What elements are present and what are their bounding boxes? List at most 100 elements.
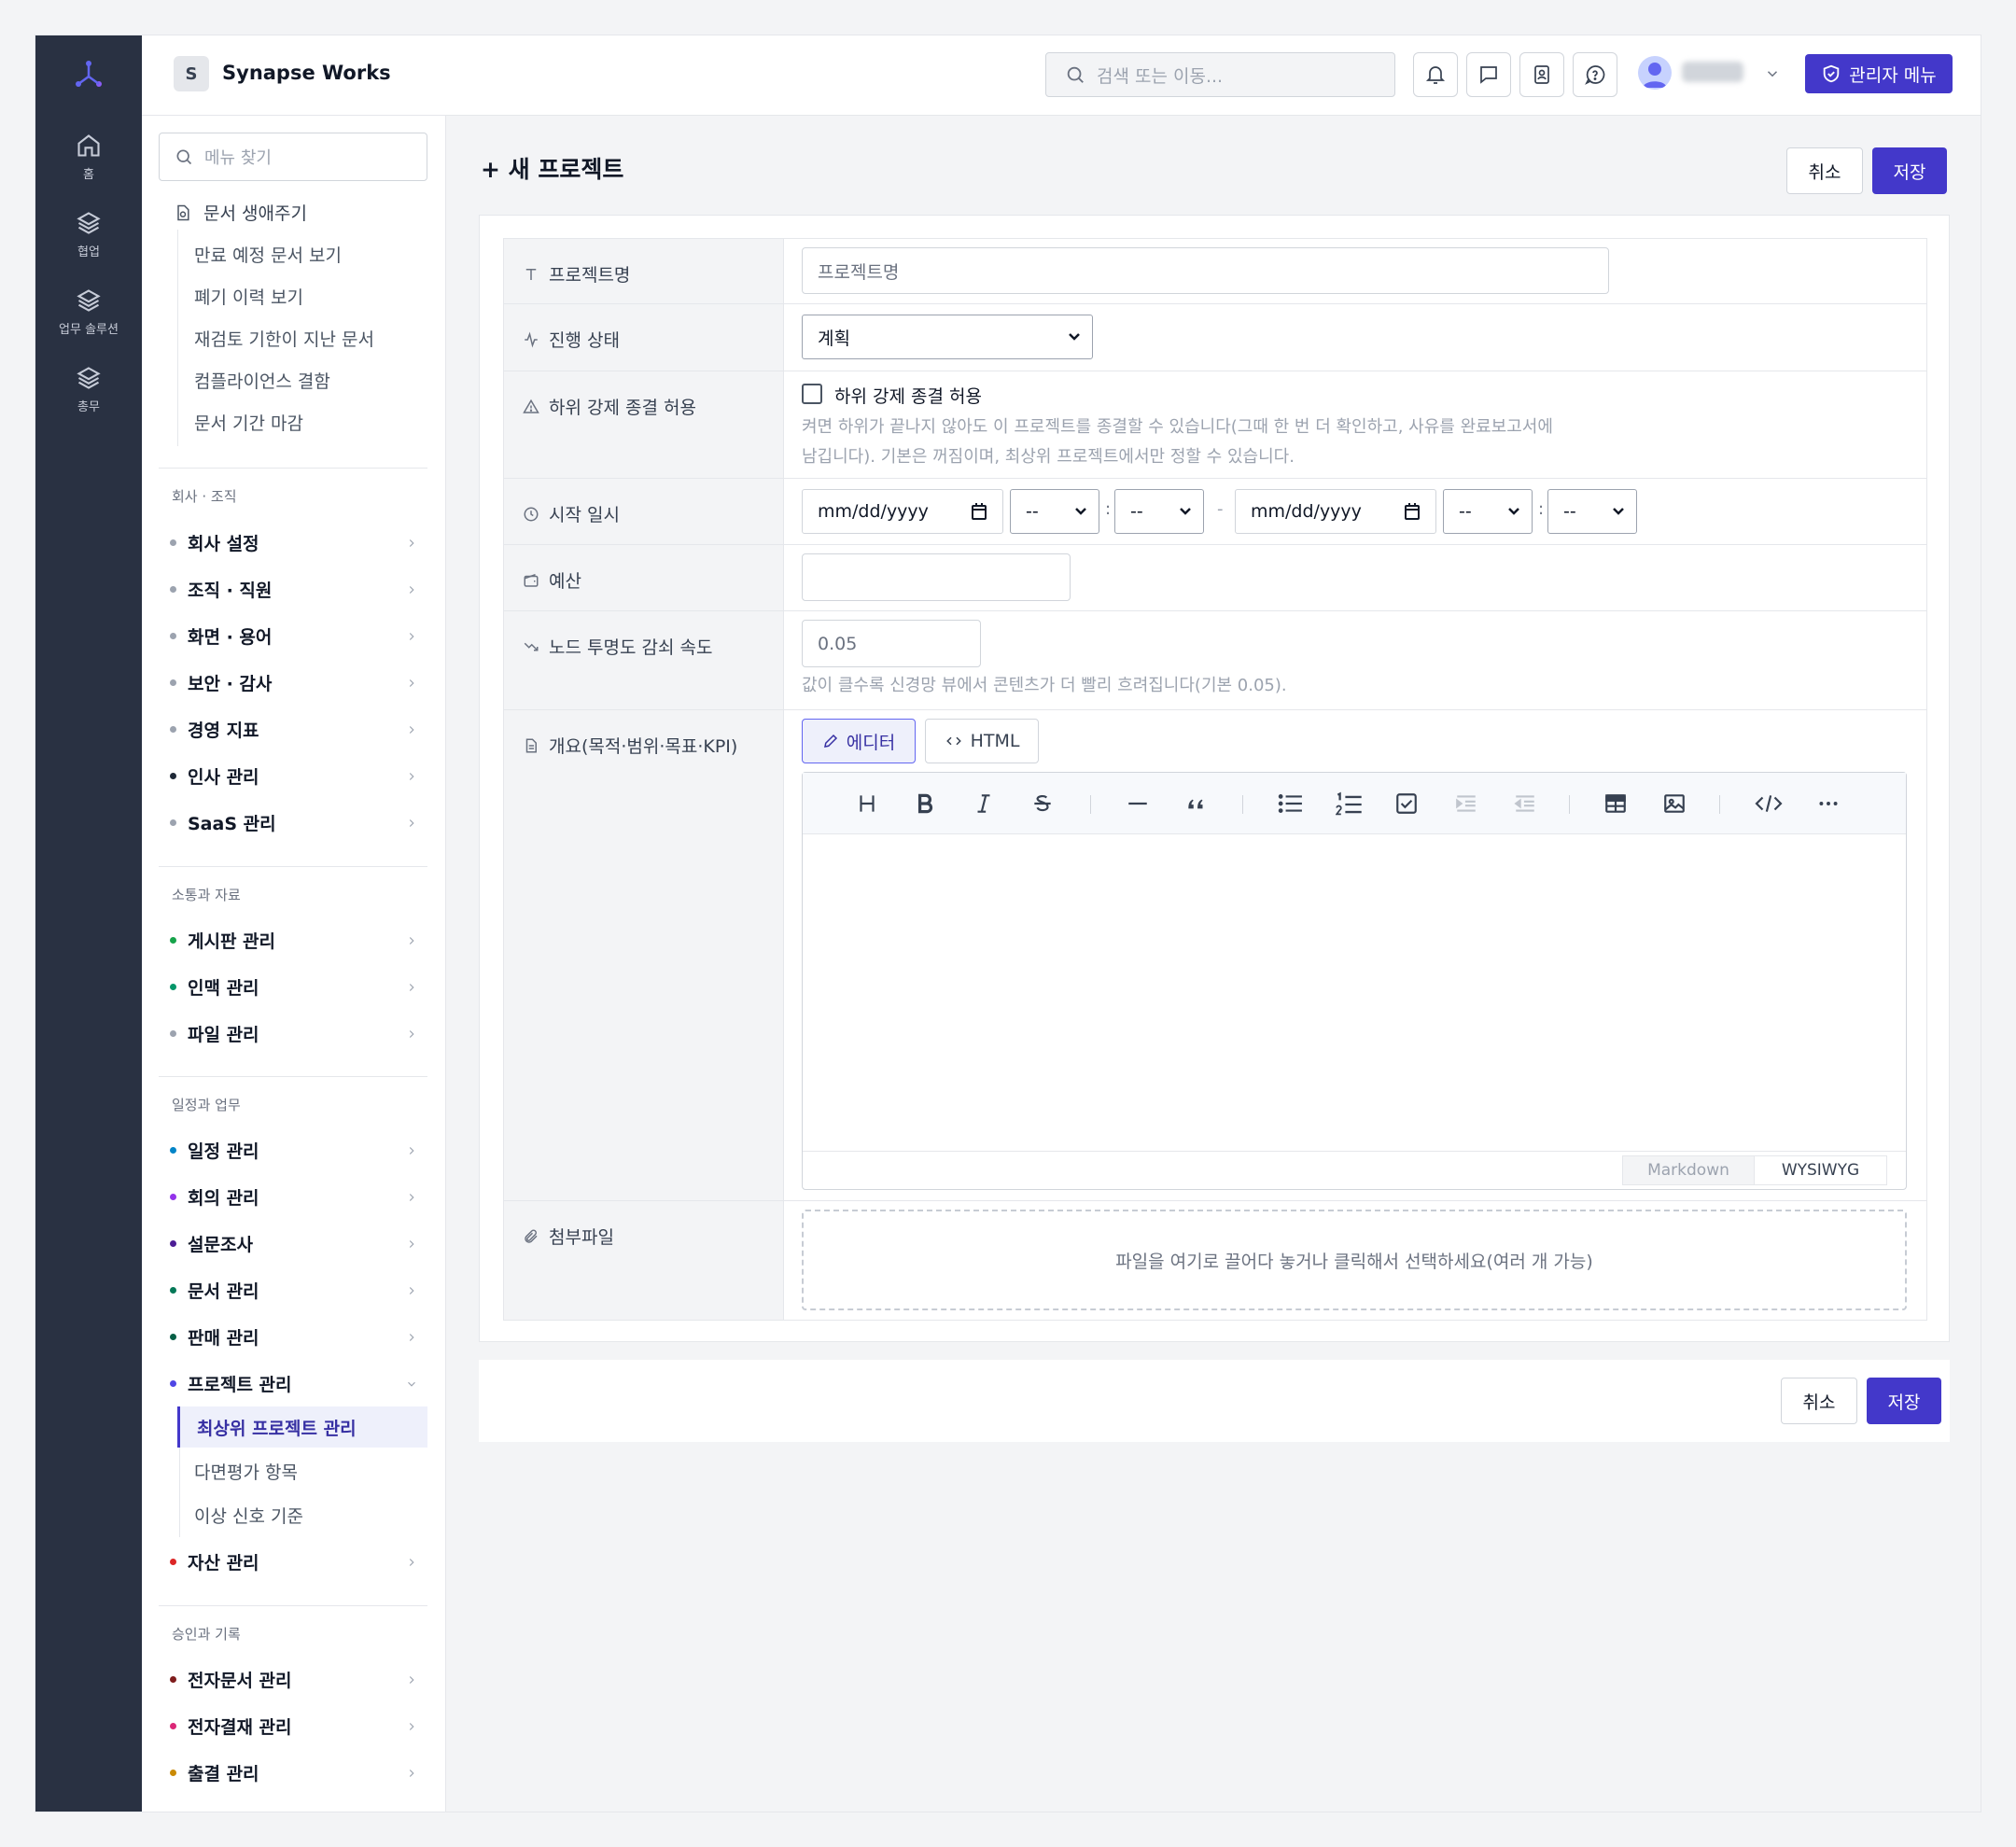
task-list-icon[interactable] bbox=[1394, 791, 1419, 816]
lifecycle-link[interactable]: 폐기 이력 보기 bbox=[194, 284, 303, 309]
force-close-checkbox[interactable] bbox=[802, 384, 822, 404]
sidebar-item-assets[interactable]: 자산 관리 bbox=[159, 1546, 427, 1577]
more-icon[interactable] bbox=[1816, 791, 1841, 816]
sidebar-item-hr[interactable]: 인사 관리 bbox=[159, 760, 427, 791]
calendar-icon[interactable] bbox=[971, 502, 987, 521]
horizontal-rule-icon[interactable] bbox=[1126, 791, 1150, 816]
bullet-list-icon[interactable] bbox=[1277, 791, 1305, 816]
start-minute-select[interactable]: -- bbox=[1114, 489, 1204, 534]
image-icon[interactable] bbox=[1662, 791, 1687, 816]
sidebar-item-network[interactable]: 인맥 관리 bbox=[159, 971, 427, 1002]
lifecycle-link[interactable]: 만료 예정 문서 보기 bbox=[194, 242, 342, 267]
nav-dot bbox=[170, 819, 176, 826]
user-avatar[interactable] bbox=[1638, 56, 1672, 90]
time-placeholder: -- bbox=[1459, 501, 1472, 522]
save-button[interactable]: 저장 bbox=[1872, 147, 1947, 194]
end-minute-select[interactable]: -- bbox=[1547, 489, 1637, 534]
decay-input[interactable]: 0.05 bbox=[802, 620, 981, 667]
start-hour-select[interactable]: -- bbox=[1010, 489, 1099, 534]
sidebar-item-saas[interactable]: SaaS 관리 bbox=[159, 806, 427, 838]
ordered-list-icon[interactable] bbox=[1336, 791, 1364, 818]
menu-search-input[interactable]: 메뉴 찾기 bbox=[159, 133, 427, 181]
footer-cancel-button[interactable]: 취소 bbox=[1781, 1378, 1857, 1424]
sidebar-item-management-metrics[interactable]: 경영 지표 bbox=[159, 713, 427, 745]
sidebar-item-files[interactable]: 파일 관리 bbox=[159, 1017, 427, 1049]
sidebar-item-security-audit[interactable]: 보안 · 감사 bbox=[159, 666, 427, 698]
indent-icon[interactable] bbox=[1453, 791, 1479, 816]
form-row-budget: 예산 bbox=[504, 545, 1926, 611]
status-select[interactable]: 계획 bbox=[802, 315, 1093, 359]
rail-item-home[interactable]: 홈 bbox=[35, 133, 142, 182]
rail-item-solutions[interactable]: 업무 솔루션 bbox=[35, 287, 142, 337]
lifecycle-title[interactable]: 문서 생애주기 bbox=[174, 200, 307, 225]
rail-item-general[interactable]: 총무 bbox=[35, 365, 142, 414]
file-drop-zone[interactable]: 파일을 여기로 끌어다 놓거나 클릭해서 선택하세요(여러 개 가능) bbox=[802, 1210, 1907, 1310]
layers-icon bbox=[77, 289, 101, 312]
bold-icon[interactable] bbox=[913, 791, 937, 816]
sidebar-item-meetings[interactable]: 회의 관리 bbox=[159, 1181, 427, 1212]
global-search-input[interactable]: 검색 또는 이동... bbox=[1045, 52, 1395, 97]
sidebar-item-board[interactable]: 게시판 관리 bbox=[159, 924, 427, 956]
force-close-checkbox-label[interactable]: 하위 강제 종결 허용 bbox=[834, 383, 982, 408]
notification-button[interactable] bbox=[1413, 52, 1458, 97]
calendar-icon[interactable] bbox=[1404, 502, 1421, 521]
mode-markdown-tab[interactable]: Markdown bbox=[1622, 1155, 1755, 1185]
heading-icon[interactable] bbox=[855, 791, 879, 816]
editor-toolbar bbox=[803, 773, 1906, 834]
app-logo-icon[interactable] bbox=[71, 56, 106, 91]
contacts-button[interactable] bbox=[1519, 52, 1564, 97]
lifecycle-link[interactable]: 컴플라이언스 결함 bbox=[194, 368, 330, 393]
sidebar-item-eapproval[interactable]: 전자결재 관리 bbox=[159, 1710, 427, 1742]
project-name-input[interactable]: 프로젝트명 bbox=[802, 247, 1609, 294]
cancel-button[interactable]: 취소 bbox=[1786, 147, 1863, 194]
editor-content-area[interactable] bbox=[803, 835, 1906, 1151]
sidebar-item-sales[interactable]: 판매 관리 bbox=[159, 1321, 427, 1352]
sidebar-item-company-settings[interactable]: 회사 설정 bbox=[159, 526, 427, 558]
start-date-input[interactable]: mm/dd/yyyy bbox=[802, 489, 1003, 534]
chevron-down-icon[interactable] bbox=[1764, 65, 1781, 82]
sidebar-item-survey[interactable]: 설문조사 bbox=[159, 1227, 427, 1259]
sidebar-item-schedule[interactable]: 일정 관리 bbox=[159, 1134, 427, 1166]
messages-button[interactable] bbox=[1466, 52, 1511, 97]
nav-label: 파일 관리 bbox=[188, 1024, 259, 1045]
sidebar-item-projects[interactable]: 프로젝트 관리 bbox=[159, 1367, 427, 1399]
nav-label: 일정 관리 bbox=[188, 1140, 259, 1162]
lifecycle-guide-line bbox=[177, 230, 178, 446]
lifecycle-link[interactable]: 재검토 기한이 지난 문서 bbox=[194, 326, 374, 351]
tab-editor[interactable]: 에디터 bbox=[802, 719, 916, 763]
user-icon bbox=[1643, 63, 1667, 88]
code-block-icon[interactable] bbox=[1754, 791, 1784, 816]
strikethrough-icon[interactable] bbox=[1030, 791, 1055, 816]
sidebar-item-org-staff[interactable]: 조직 · 직원 bbox=[159, 573, 427, 605]
sidebar-item-attendance[interactable]: 출결 관리 bbox=[159, 1756, 427, 1788]
sidebar-subitem-anomaly[interactable]: 이상 신호 기준 bbox=[177, 1494, 427, 1535]
end-hour-select[interactable]: -- bbox=[1443, 489, 1533, 534]
status-selected: 계획 bbox=[818, 328, 850, 349]
admin-menu-button[interactable]: 관리자 메뉴 bbox=[1805, 54, 1953, 93]
chevron-right-icon bbox=[409, 1030, 414, 1038]
tab-html[interactable]: HTML bbox=[925, 719, 1039, 763]
rail-item-collab[interactable]: 협업 bbox=[35, 210, 142, 259]
mode-wysiwyg-tab[interactable]: WYSIWYG bbox=[1755, 1155, 1887, 1185]
outdent-icon[interactable] bbox=[1512, 791, 1538, 816]
sidebar-divider bbox=[159, 1076, 427, 1077]
footer-save-button[interactable]: 저장 bbox=[1867, 1378, 1941, 1424]
rail-label: 업무 솔루션 bbox=[59, 323, 119, 337]
sidebar-subitem-top-projects[interactable]: 최상위 프로젝트 관리 bbox=[177, 1406, 427, 1448]
workspace-name[interactable]: Synapse Works bbox=[222, 62, 391, 84]
help-button[interactable] bbox=[1573, 52, 1617, 97]
decay-value: 0.05 bbox=[818, 633, 858, 654]
italic-icon[interactable] bbox=[972, 791, 996, 816]
end-date-input[interactable]: mm/dd/yyyy bbox=[1235, 489, 1436, 534]
budget-input[interactable] bbox=[802, 553, 1071, 601]
quote-icon[interactable] bbox=[1184, 791, 1209, 816]
lifecycle-link[interactable]: 문서 기간 마감 bbox=[194, 410, 303, 435]
nav-label: 판매 관리 bbox=[188, 1327, 259, 1349]
user-name-blurred[interactable] bbox=[1682, 62, 1743, 82]
workspace-badge[interactable]: S bbox=[174, 56, 209, 91]
sidebar-item-edocs[interactable]: 전자문서 관리 bbox=[159, 1663, 427, 1695]
sidebar-item-documents[interactable]: 문서 관리 bbox=[159, 1274, 427, 1306]
table-icon[interactable] bbox=[1603, 791, 1628, 816]
sidebar-item-screen-terms[interactable]: 화면 · 용어 bbox=[159, 620, 427, 651]
sidebar-subitem-multi-eval[interactable]: 다면평가 항목 bbox=[177, 1450, 427, 1491]
